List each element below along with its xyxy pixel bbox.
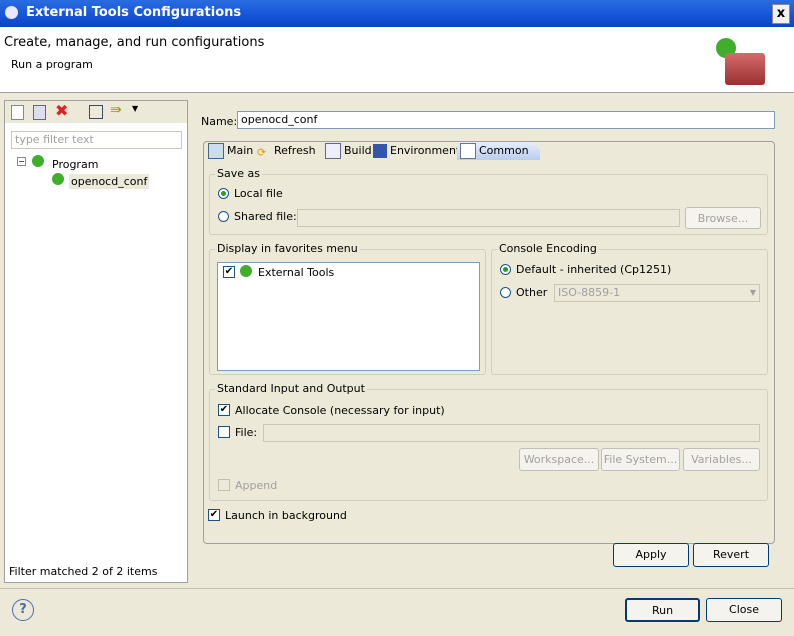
tab-label: Environment [390, 144, 461, 157]
external-tools-icon [240, 265, 252, 277]
new-config-icon[interactable] [11, 105, 24, 120]
launch-background-label: Launch in background [225, 509, 347, 522]
group-title: Standard Input and Output [215, 382, 367, 395]
tab-build[interactable]: Build [322, 142, 372, 160]
duplicate-icon[interactable] [33, 105, 46, 120]
config-icon [52, 173, 64, 185]
favorites-group: Display in favorites menu ✔ External Too… [209, 242, 486, 375]
name-label: Name: [201, 115, 238, 128]
console-encoding-group: Console Encoding Default - inherited (Cp… [491, 242, 768, 375]
toolbox-icon [725, 53, 765, 85]
group-title: Save as [215, 167, 262, 180]
tab-main[interactable]: Main [205, 142, 253, 160]
filter-input[interactable]: type filter text [11, 131, 182, 149]
file-input[interactable] [263, 424, 760, 442]
tab-common[interactable]: Common [457, 142, 540, 160]
shared-file-radio[interactable] [218, 211, 229, 222]
allocate-console-checkbox[interactable]: ✔ [218, 404, 230, 416]
file-checkbox[interactable] [218, 426, 230, 438]
collapse-toggle[interactable]: − [17, 157, 26, 166]
file-system-button[interactable]: File System... [601, 448, 680, 471]
main-tab-icon [208, 143, 224, 159]
environment-icon [373, 144, 387, 158]
stdio-group: Standard Input and Output ✔ Allocate Con… [209, 382, 768, 501]
other-encoding-label: Other [516, 286, 548, 299]
window-title: External Tools Configurations [26, 5, 242, 20]
divider [0, 588, 794, 589]
config-list-panel: ✖ ⇛ ▼ type filter text − Program openocd… [4, 100, 188, 583]
local-file-label: Local file [234, 187, 283, 200]
workspace-button[interactable]: Workspace... [519, 448, 599, 471]
shared-file-label: Shared file: [234, 210, 297, 223]
tab-label: Main [227, 144, 254, 157]
title-bar: External Tools Configurations x [0, 0, 794, 27]
filter-icon[interactable]: ⇛ [110, 102, 122, 118]
tab-refresh[interactable]: ⟳ Refresh [254, 142, 316, 160]
chevron-down-icon: ▼ [749, 288, 756, 297]
launch-background-checkbox[interactable]: ✔ [208, 509, 220, 521]
common-icon [460, 143, 476, 159]
append-label: Append [235, 479, 278, 492]
tree-item-program[interactable]: Program [52, 158, 98, 171]
dialog-header: Create, manage, and run configurations R… [0, 27, 794, 93]
close-window-button[interactable]: x [772, 4, 790, 24]
filter-status: Filter matched 2 of 2 items [9, 565, 158, 578]
allocate-console-label: Allocate Console (necessary for input) [235, 404, 445, 417]
view-menu-icon[interactable]: ▼ [132, 104, 138, 113]
favorites-list: ✔ External Tools [217, 262, 480, 371]
variables-button[interactable]: Variables... [683, 448, 760, 471]
append-checkbox[interactable] [218, 479, 230, 491]
refresh-icon: ⟳ [257, 146, 267, 159]
build-icon [325, 143, 341, 159]
tab-label: Common [479, 144, 529, 157]
help-icon[interactable]: ? [12, 599, 34, 621]
collapse-all-icon[interactable] [89, 105, 103, 119]
default-encoding-radio[interactable] [500, 264, 511, 275]
list-toolbar: ✖ ⇛ ▼ [5, 101, 187, 123]
tab-label: Refresh [274, 144, 316, 157]
save-as-group: Save as Local file Shared file: Browse..… [209, 167, 768, 235]
apply-button[interactable]: Apply [613, 543, 689, 567]
tree-item-openocd-conf[interactable]: openocd_conf [69, 174, 150, 189]
name-input[interactable]: openocd_conf [237, 111, 775, 129]
group-title: Display in favorites menu [215, 242, 360, 255]
revert-button[interactable]: Revert [693, 543, 769, 567]
shared-file-input[interactable] [297, 209, 680, 227]
file-label: File: [235, 426, 258, 439]
other-encoding-radio[interactable] [500, 287, 511, 298]
header-subtitle: Run a program [11, 58, 93, 71]
eclipse-icon [5, 6, 18, 19]
close-button[interactable]: Close [706, 598, 782, 622]
header-title: Create, manage, and run configurations [4, 35, 265, 50]
tab-environment[interactable]: Environment [370, 142, 460, 160]
default-encoding-label: Default - inherited (Cp1251) [516, 263, 672, 276]
external-tools-checkbox[interactable]: ✔ [223, 266, 235, 278]
tab-label: Build [344, 144, 372, 157]
delete-icon[interactable]: ✖ [55, 101, 68, 120]
local-file-radio[interactable] [218, 188, 229, 199]
group-title: Console Encoding [497, 242, 599, 255]
encoding-select[interactable]: ISO-8859-1 ▼ [554, 284, 760, 302]
favorite-item-label: External Tools [258, 266, 335, 279]
encoding-value: ISO-8859-1 [558, 286, 621, 299]
browse-button[interactable]: Browse... [685, 207, 761, 229]
run-button[interactable]: Run [625, 598, 700, 622]
program-icon [32, 155, 44, 167]
